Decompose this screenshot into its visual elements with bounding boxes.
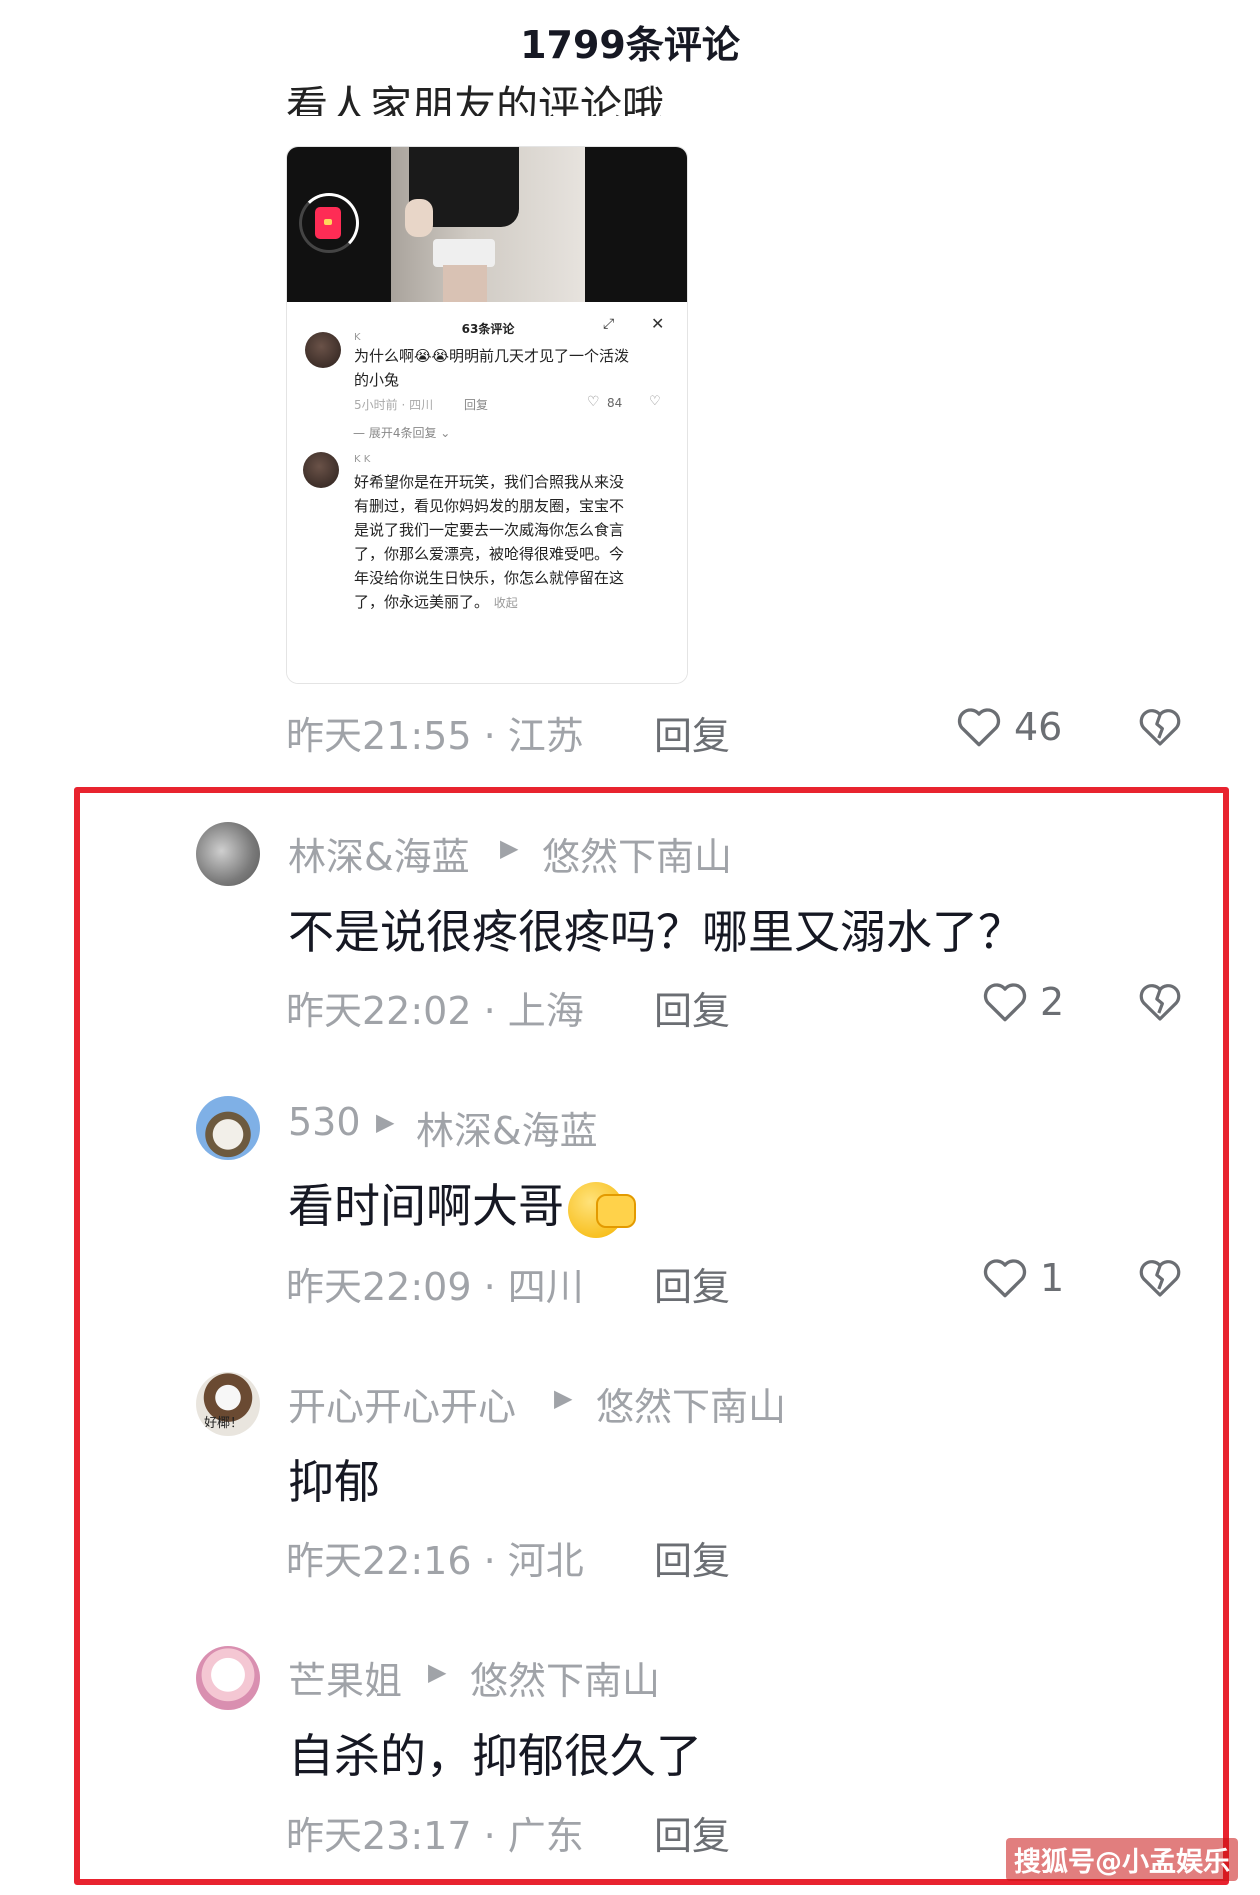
reply-button[interactable]: 回复 (654, 1805, 730, 1860)
reply-button[interactable]: 回复 (654, 980, 730, 1035)
reply-arrow-icon: ▶ (428, 1658, 447, 1686)
reply-text: 抑郁 (288, 1455, 380, 1509)
reply-text: 不是说很疼很疼吗？哪里又溺水了？ (288, 905, 1024, 959)
reply-arrow-icon: ▶ (554, 1384, 573, 1412)
dislike-icon[interactable] (1136, 977, 1184, 1027)
avatar[interactable]: 好椰！ (196, 1372, 260, 1436)
reply-target-username[interactable]: 悠然下南山 (470, 1650, 660, 1705)
comment-meta: 昨天22:16 · 河北 (286, 1539, 584, 1583)
heart-icon[interactable] (980, 1253, 1030, 1303)
reply-username[interactable]: 530 (288, 1100, 361, 1144)
close-icon[interactable]: ✕ (651, 314, 664, 333)
heart-icon[interactable]: ♡ (587, 394, 600, 410)
embedded-comment-count: 63条评论 (461, 322, 515, 336)
watermark: 搜狐号@小孟娱乐 (1006, 1838, 1238, 1881)
avatar[interactable] (303, 452, 339, 488)
dislike-icon[interactable] (1136, 1253, 1184, 1303)
reply-arrow-icon: ▶ (500, 834, 519, 862)
reply-button[interactable]: 回复 (654, 705, 730, 760)
reply-username[interactable]: 芒果姐 (288, 1650, 402, 1705)
embedded-comment-line: 了，你那么爱漂亮，被呛得很难受吧。今 (354, 545, 625, 563)
avatar[interactable] (196, 822, 260, 886)
expand-icon[interactable]: ⤢ (603, 316, 614, 332)
avatar[interactable] (196, 1646, 260, 1710)
embedded-like-count: 84 (607, 396, 623, 410)
dislike-icon[interactable]: ♡ (649, 394, 661, 409)
video-thumbnail (287, 147, 687, 302)
comment-meta: 昨天22:09 · 四川 (286, 1265, 584, 1309)
embedded-comment-panel: 63条评论 ⤢ ✕ K 为什么啊😭😭明明前几天才见了一个活泼 的小兔 5小时前 … (287, 302, 687, 683)
reply-button[interactable]: 回复 (654, 1530, 730, 1585)
reply-target-username[interactable]: 林深&海蓝 (416, 1100, 598, 1155)
first-comment-text: 看人家朋友的评论哦 (286, 82, 665, 116)
like-count: 46 (1014, 705, 1063, 749)
heart-icon[interactable] (954, 702, 1004, 752)
embedded-comment-line: 有删过，看见你妈妈发的朋友圈，宝宝不 (354, 497, 625, 515)
embedded-reply-button[interactable]: 回复 (464, 396, 488, 413)
reply-target-username[interactable]: 悠然下南山 (542, 826, 732, 881)
facepalm-emoji-icon (568, 1180, 636, 1240)
comment-meta: 昨天22:02 · 上海 (286, 989, 584, 1033)
like-count: 2 (1040, 980, 1065, 1024)
reply-target-username[interactable]: 悠然下南山 (596, 1376, 786, 1431)
embedded-meta: 5小时前 · 四川 (354, 398, 434, 412)
embedded-username: K (354, 332, 361, 343)
comment-meta: 昨天23:17 · 广东 (286, 1814, 584, 1858)
like-count: 1 (1040, 1256, 1065, 1300)
red-packet-icon (315, 207, 341, 239)
avatar[interactable] (196, 1096, 260, 1160)
embedded-comment-line: 好希望你是在开玩笑，我们合照我从来没 (354, 473, 625, 491)
dislike-icon[interactable] (1136, 702, 1184, 752)
embedded-comment-line: 了，你永远美丽了。 收起 (354, 593, 518, 611)
embedded-username: K K (354, 454, 371, 465)
embedded-comment-line: 年没给你说生日快乐，你怎么就停留在这 (354, 569, 625, 587)
embedded-comment-line: 的小兔 (354, 371, 400, 389)
reply-text: 看时间啊大哥 (288, 1170, 636, 1240)
reply-button[interactable]: 回复 (654, 1256, 730, 1311)
embedded-comment-line: 为什么啊😭😭明明前几天才见了一个活泼 (354, 347, 630, 365)
reply-arrow-icon: ▶ (376, 1108, 395, 1136)
reply-text: 自杀的，抑郁很久了 (288, 1729, 702, 1783)
comment-count-title: 1799条评论 (520, 23, 740, 67)
embedded-screenshot[interactable]: 63条评论 ⤢ ✕ K 为什么啊😭😭明明前几天才见了一个活泼 的小兔 5小时前 … (286, 146, 688, 684)
comment-meta: 昨天21:55 · 江苏 (286, 714, 584, 758)
collapse-link[interactable]: 收起 (494, 596, 518, 610)
heart-icon[interactable] (980, 977, 1030, 1027)
avatar[interactable] (305, 332, 341, 368)
reply-username[interactable]: 林深&海蓝 (288, 826, 470, 881)
expand-replies-link[interactable]: — 展开4条回复 ⌄ (353, 424, 450, 441)
reply-username[interactable]: 开心开心开心 (288, 1376, 516, 1431)
embedded-comment-line: 是说了我们一定要去一次威海你怎么食言 (354, 521, 625, 539)
